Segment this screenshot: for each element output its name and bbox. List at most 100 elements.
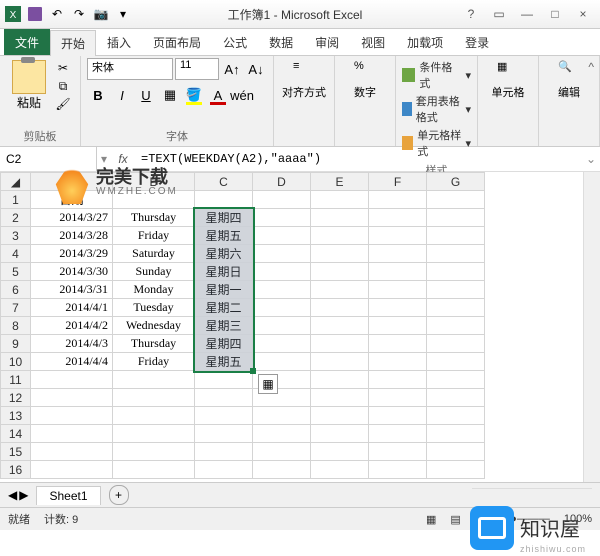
cell[interactable] bbox=[427, 281, 485, 299]
cell[interactable] bbox=[253, 227, 311, 245]
row-header[interactable]: 6 bbox=[1, 281, 31, 299]
cell[interactable]: 星期五 bbox=[195, 353, 253, 371]
undo-icon[interactable]: ↶ bbox=[48, 5, 66, 23]
tab-home[interactable]: 开始 bbox=[50, 30, 96, 56]
cell[interactable] bbox=[427, 353, 485, 371]
cell[interactable] bbox=[369, 263, 427, 281]
horizontal-scrollbar[interactable] bbox=[472, 488, 592, 503]
tab-formula[interactable]: 公式 bbox=[212, 29, 258, 55]
cell[interactable] bbox=[195, 371, 253, 389]
cell[interactable] bbox=[311, 281, 369, 299]
cell[interactable] bbox=[369, 335, 427, 353]
cell[interactable] bbox=[427, 425, 485, 443]
cell[interactable] bbox=[369, 461, 427, 479]
cell[interactable] bbox=[427, 263, 485, 281]
select-all-corner[interactable]: ◢ bbox=[1, 173, 31, 191]
cell[interactable]: Thursday bbox=[113, 209, 195, 227]
row-header[interactable]: 10 bbox=[1, 353, 31, 371]
row-header[interactable]: 3 bbox=[1, 227, 31, 245]
cell[interactable]: 星期四 bbox=[195, 335, 253, 353]
cell[interactable] bbox=[195, 191, 253, 209]
cell[interactable]: 2014/4/3 bbox=[31, 335, 113, 353]
decrease-font-icon[interactable]: A↓ bbox=[245, 58, 267, 80]
cell[interactable]: Monday bbox=[113, 281, 195, 299]
cell[interactable] bbox=[311, 227, 369, 245]
vertical-scrollbar[interactable] bbox=[583, 172, 600, 482]
row-header[interactable]: 15 bbox=[1, 443, 31, 461]
cell[interactable] bbox=[311, 443, 369, 461]
cell[interactable] bbox=[427, 191, 485, 209]
cell[interactable] bbox=[311, 209, 369, 227]
cell[interactable] bbox=[253, 209, 311, 227]
namebox-dropdown-icon[interactable]: ▾ bbox=[97, 152, 111, 166]
copy-icon[interactable]: ⧉ bbox=[54, 78, 72, 94]
font-name-select[interactable]: 宋体 bbox=[87, 58, 173, 80]
cell[interactable] bbox=[427, 299, 485, 317]
cell[interactable]: 2014/4/2 bbox=[31, 317, 113, 335]
cell[interactable] bbox=[253, 245, 311, 263]
font-size-select[interactable]: 11 bbox=[175, 58, 219, 80]
cell[interactable]: 星期一 bbox=[195, 281, 253, 299]
cell[interactable] bbox=[113, 425, 195, 443]
worksheet-grid[interactable]: ◢ A B C D E F G 1日期22014/3/27Thursday星期四… bbox=[0, 172, 600, 482]
cell[interactable] bbox=[31, 461, 113, 479]
cell[interactable]: 星期二 bbox=[195, 299, 253, 317]
ribbon-options-icon[interactable]: ▭ bbox=[486, 4, 512, 24]
bold-button[interactable]: B bbox=[87, 84, 109, 106]
cell[interactable]: Friday bbox=[113, 227, 195, 245]
cell[interactable] bbox=[427, 443, 485, 461]
font-color-button[interactable]: A bbox=[207, 84, 229, 106]
zoom-slider[interactable]: —●——— bbox=[499, 513, 550, 525]
cell[interactable] bbox=[253, 191, 311, 209]
close-button[interactable]: × bbox=[570, 4, 596, 24]
cell[interactable] bbox=[253, 317, 311, 335]
increase-font-icon[interactable]: A↑ bbox=[221, 58, 243, 80]
cell[interactable]: 2014/4/4 bbox=[31, 353, 113, 371]
tab-view[interactable]: 视图 bbox=[350, 29, 396, 55]
cell[interactable] bbox=[253, 335, 311, 353]
view-break-icon[interactable]: ▭ bbox=[475, 513, 485, 526]
autofill-options-icon[interactable]: ▦ bbox=[258, 374, 278, 394]
cell[interactable] bbox=[311, 317, 369, 335]
cell[interactable] bbox=[427, 245, 485, 263]
row-header[interactable]: 12 bbox=[1, 389, 31, 407]
cell[interactable] bbox=[311, 263, 369, 281]
cell-style-button[interactable]: 单元格样式 ▾ bbox=[402, 126, 471, 160]
view-normal-icon[interactable]: ▦ bbox=[426, 513, 436, 526]
minimize-button[interactable]: — bbox=[514, 4, 540, 24]
cell[interactable]: 星期四 bbox=[195, 209, 253, 227]
cells-button[interactable]: ▦单元格 bbox=[484, 58, 532, 102]
cell[interactable] bbox=[369, 353, 427, 371]
cell[interactable] bbox=[369, 209, 427, 227]
save-icon[interactable] bbox=[26, 5, 44, 23]
view-layout-icon[interactable]: ▤ bbox=[450, 513, 460, 526]
cell[interactable] bbox=[195, 443, 253, 461]
maximize-button[interactable]: □ bbox=[542, 4, 568, 24]
cell[interactable]: 2014/4/1 bbox=[31, 299, 113, 317]
row-header[interactable]: 9 bbox=[1, 335, 31, 353]
cell[interactable] bbox=[31, 443, 113, 461]
sheet-nav-next-icon[interactable]: ▶ bbox=[19, 488, 28, 502]
cell[interactable] bbox=[427, 227, 485, 245]
cell[interactable] bbox=[113, 407, 195, 425]
col-header-D[interactable]: D bbox=[253, 173, 311, 191]
row-header[interactable]: 7 bbox=[1, 299, 31, 317]
cell[interactable]: 2014/3/27 bbox=[31, 209, 113, 227]
cut-icon[interactable]: ✂ bbox=[54, 60, 72, 76]
tab-review[interactable]: 审阅 bbox=[304, 29, 350, 55]
cell[interactable] bbox=[311, 245, 369, 263]
tab-layout[interactable]: 页面布局 bbox=[142, 29, 212, 55]
cell[interactable] bbox=[369, 371, 427, 389]
row-header[interactable]: 11 bbox=[1, 371, 31, 389]
tab-insert[interactable]: 插入 bbox=[96, 29, 142, 55]
tab-addin[interactable]: 加载项 bbox=[396, 29, 454, 55]
cell[interactable]: Saturday bbox=[113, 245, 195, 263]
cell[interactable]: 星期日 bbox=[195, 263, 253, 281]
cell[interactable] bbox=[427, 389, 485, 407]
cell[interactable] bbox=[311, 299, 369, 317]
phonetic-button[interactable]: wén bbox=[231, 84, 253, 106]
tab-file[interactable]: 文件 bbox=[4, 29, 50, 55]
cell[interactable] bbox=[311, 407, 369, 425]
number-button[interactable]: %数字 bbox=[341, 58, 389, 102]
italic-button[interactable]: I bbox=[111, 84, 133, 106]
